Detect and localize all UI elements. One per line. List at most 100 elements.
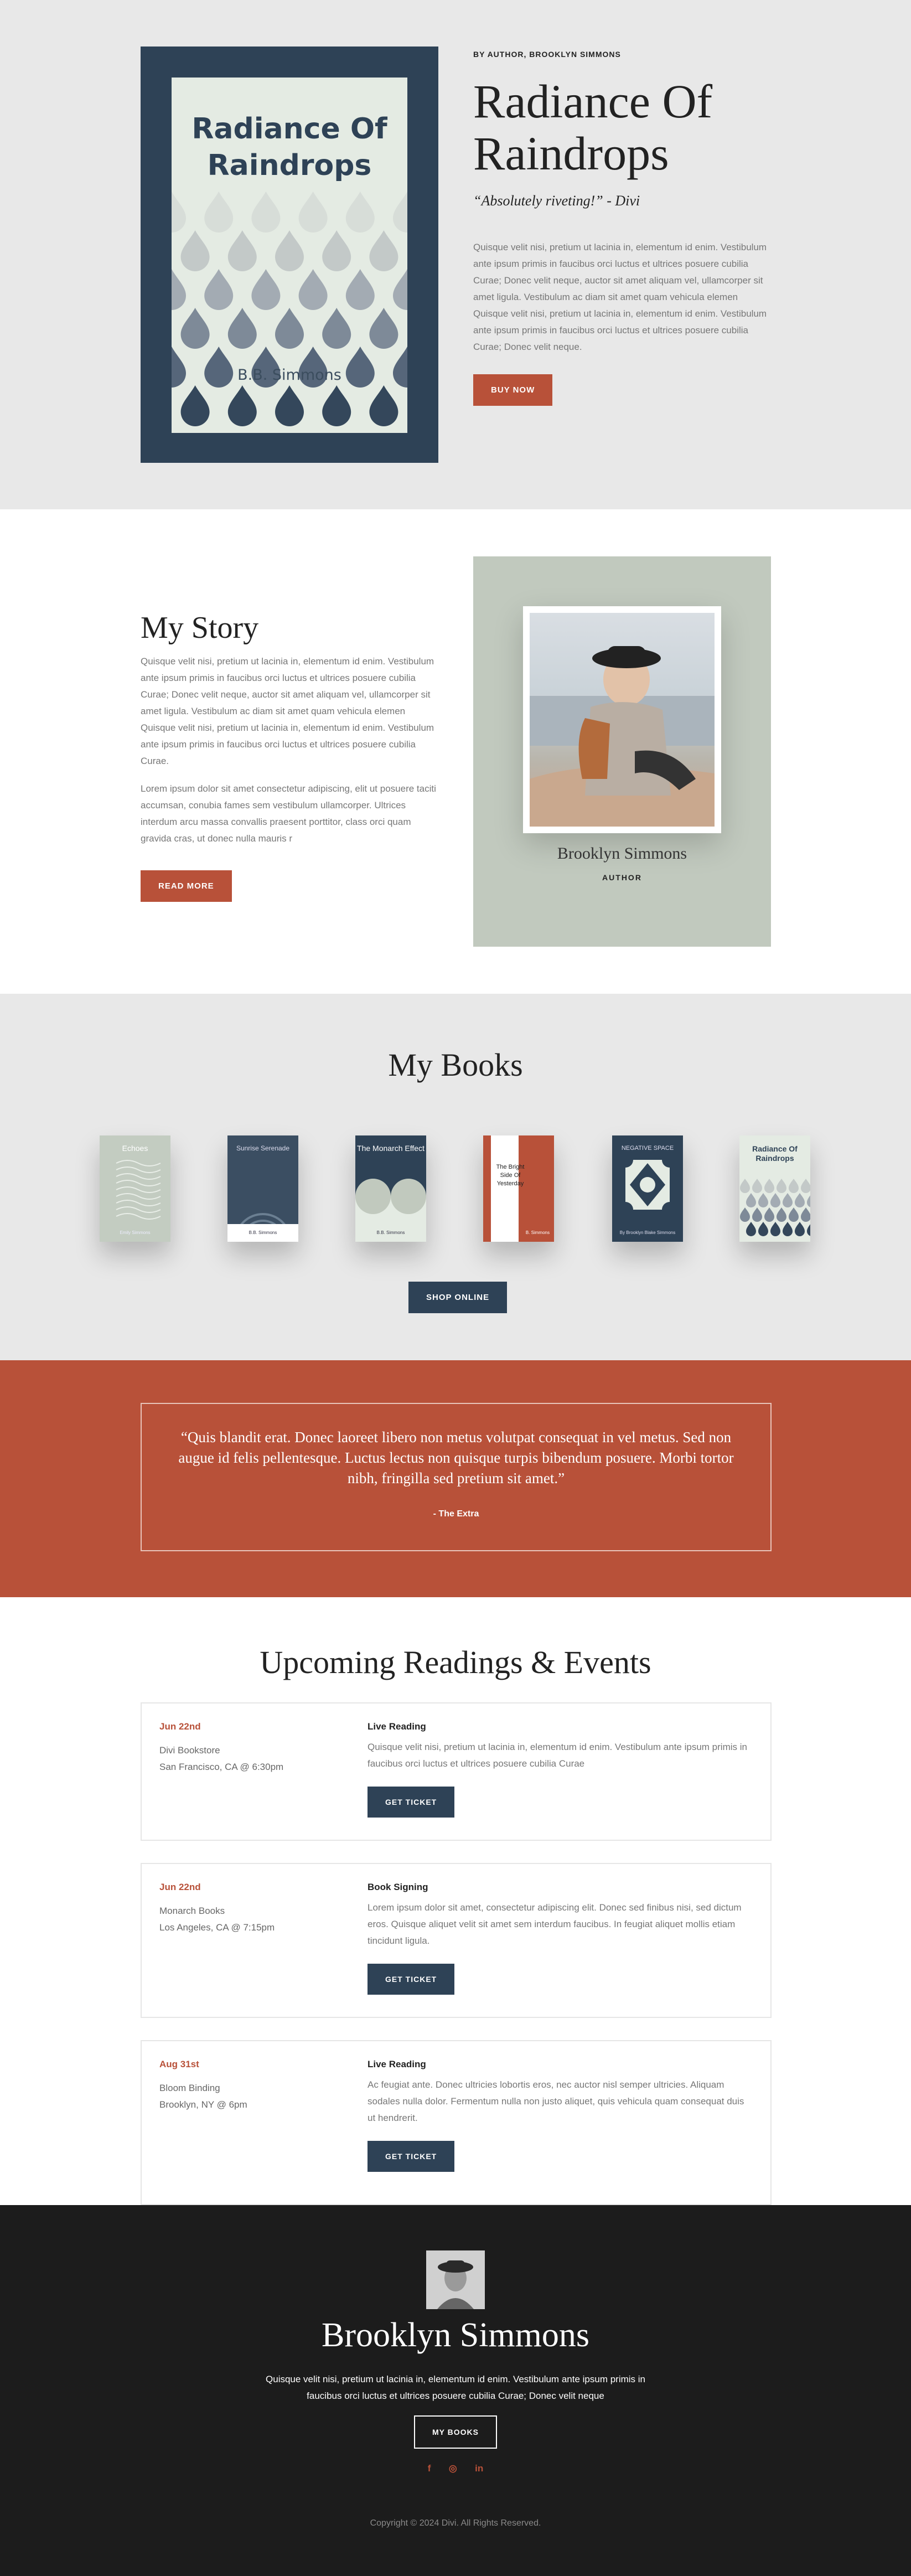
book-the-bright-side-of-yesterday[interactable]: The Bright Side Of Yesterday B. Simmons [483,1135,554,1242]
get-ticket-button[interactable]: GET TICKET [367,1787,455,1818]
event-description: Ac feugiat ante. Donec ultricies loborti… [367,2079,744,2123]
book-title: Echoes [122,1144,148,1153]
raindrop-shape [172,269,186,310]
raindrop-shape [345,269,375,310]
hero-book-cover-inner: Radiance Of Raindrops B.B. Simmons [172,78,407,433]
book-author: Emily Simmons [120,1230,151,1235]
footer-description: Quisque velit nisi, pretium ut lacinia i… [266,2374,645,2401]
raindrop-shape [204,269,234,310]
raindrop-shape [180,230,210,272]
shop-online-button[interactable]: SHOP ONLINE [408,1282,508,1313]
raindrop-shape [801,1179,810,1193]
read-more-button[interactable]: READ MORE [141,870,232,902]
event-location: Los Angeles, CA @ 7:15pm [159,1922,275,1933]
raindrop-shape [789,1179,799,1193]
raindrop-shape [801,1207,810,1222]
raindrop-shape [746,1222,756,1236]
hero-quote: “Absolutely riveting!” - Divi [473,193,640,209]
hero-info: BY AUTHOR, BROOKLYN SIMMONS Radiance Of … [473,50,772,406]
cover-title: Radiance Of Raindrops [191,112,387,182]
raindrop-shape [275,385,304,426]
social-links: f ◎ in [0,2463,911,2474]
book-title: The Monarch Effect [357,1144,425,1153]
story-title: My Story [141,611,259,645]
raindrop-shape [764,1207,774,1222]
event-date: Jun 22nd [159,1882,201,1892]
events-section: Upcoming Readings & Events Jun 22nd Divi… [0,1597,911,2205]
event-venue-name: Bloom Binding [159,2083,220,2093]
book-the-monarch-effect[interactable]: The Monarch Effect B.B. Simmons [355,1135,426,1242]
author-name: Brooklyn Simmons [557,844,687,863]
get-ticket-button[interactable]: GET TICKET [367,1964,455,1995]
raindrop-shape [322,308,351,349]
raindrop-shape [740,1179,750,1193]
raindrop-shape [180,385,210,426]
get-ticket-button[interactable]: GET TICKET [367,2141,455,2172]
event-venue-name: Divi Bookstore [159,1745,220,1756]
book-sunrise-serenade[interactable]: Sunrise Serenade B.B. Simmons [227,1135,298,1242]
author-photo-frame [523,606,721,833]
raindrop-shape [783,1222,793,1236]
raindrop-shape [180,308,210,349]
raindrop-shape [777,1207,786,1222]
author-card: Brooklyn Simmons AUTHOR [473,556,771,947]
raindrop-shape [251,192,281,233]
linkedin-icon[interactable]: in [475,2463,483,2474]
raindrop-shape [795,1193,805,1207]
raindrop-shape [322,230,351,272]
event-venue-name: Monarch Books [159,1906,225,1916]
raindrop-shape [789,1207,799,1222]
story-paragraph-2: Lorem ipsum dolor sit amet consectetur a… [141,783,436,844]
raindrop-shape [777,1179,786,1193]
footer: Brooklyn Simmons Quisque velit nisi, pre… [0,2205,911,2576]
raindrop-shape [227,385,257,426]
raindrop-shape [807,1195,810,1207]
event-type: Book Signing [367,1882,428,1892]
raindrop-shape [298,269,328,310]
raindrop-shape [758,1193,768,1207]
avatar [426,2250,485,2309]
testimonial-author: - The Extra [433,1509,479,1519]
event-card: Jun 22nd Divi Bookstore San Francisco, C… [141,1702,772,1841]
buy-now-button[interactable]: BUY NOW [473,374,553,406]
hero-section: Radiance Of Raindrops B.B. Simmons BY AU… [0,0,911,509]
book-title: Radiance Of Raindrops [752,1144,798,1163]
book-author: By Brooklyn Blake Simmons [619,1230,676,1235]
event-description: Quisque velit nisi, pretium ut lacinia i… [367,1742,747,1769]
event-details: Book Signing Lorem ipsum dolor sit amet,… [367,1882,749,1995]
book-radiance-of-raindrops[interactable]: Radiance Of Raindrops [739,1135,810,1242]
raindrop-shape [369,308,398,349]
raindrop-shape [770,1193,780,1207]
facebook-icon[interactable]: f [428,2463,431,2474]
raindrop-shape [251,269,281,310]
books-section: My Books Echoes Emily Simmons Sunrise Se… [0,994,911,1360]
cover-author: B.B. Simmons [237,366,341,384]
raindrop-shape [275,230,304,271]
book-title: NEGATIVE SPACE [621,1145,674,1152]
raindrop-shape [369,230,398,272]
testimonial-section: “Quis blandit erat. Donec laoreet libero… [0,1360,911,1597]
hero-book-cover: Radiance Of Raindrops B.B. Simmons [141,47,438,463]
books-title: My Books [388,1047,523,1083]
book-negative-space[interactable]: NEGATIVE SPACE By Brooklyn Blake Simmons [612,1135,683,1242]
my-books-button[interactable]: MY BOOKS [414,2415,497,2449]
story-paragraph-1: Quisque velit nisi, pretium ut lacinia i… [141,656,434,766]
testimonial-text: “Quis blandit erat. Donec laoreet libero… [178,1429,734,1486]
raindrop-shape [795,1222,805,1236]
event-type: Live Reading [367,2059,426,2069]
author-photo [530,613,715,827]
raindrop-shape [322,385,351,426]
raindrop-shape [807,1224,810,1236]
raindrop-shape [758,1222,768,1236]
book-echoes[interactable]: Echoes Emily Simmons [100,1135,170,1242]
book-title: Sunrise Serenade [236,1144,290,1152]
event-venue: Divi Bookstore San Francisco, CA @ 6:30p… [159,1742,348,1775]
raindrop-shape [752,1179,762,1193]
raindrop-shape [204,192,234,233]
raindrop-shape [752,1207,762,1222]
raindrop-shape [770,1222,780,1236]
instagram-icon[interactable]: ◎ [449,2463,457,2474]
hero-byline: BY AUTHOR, BROOKLYN SIMMONS [473,50,621,59]
event-date: Jun 22nd [159,1721,201,1732]
raindrop-shape [746,1193,756,1207]
